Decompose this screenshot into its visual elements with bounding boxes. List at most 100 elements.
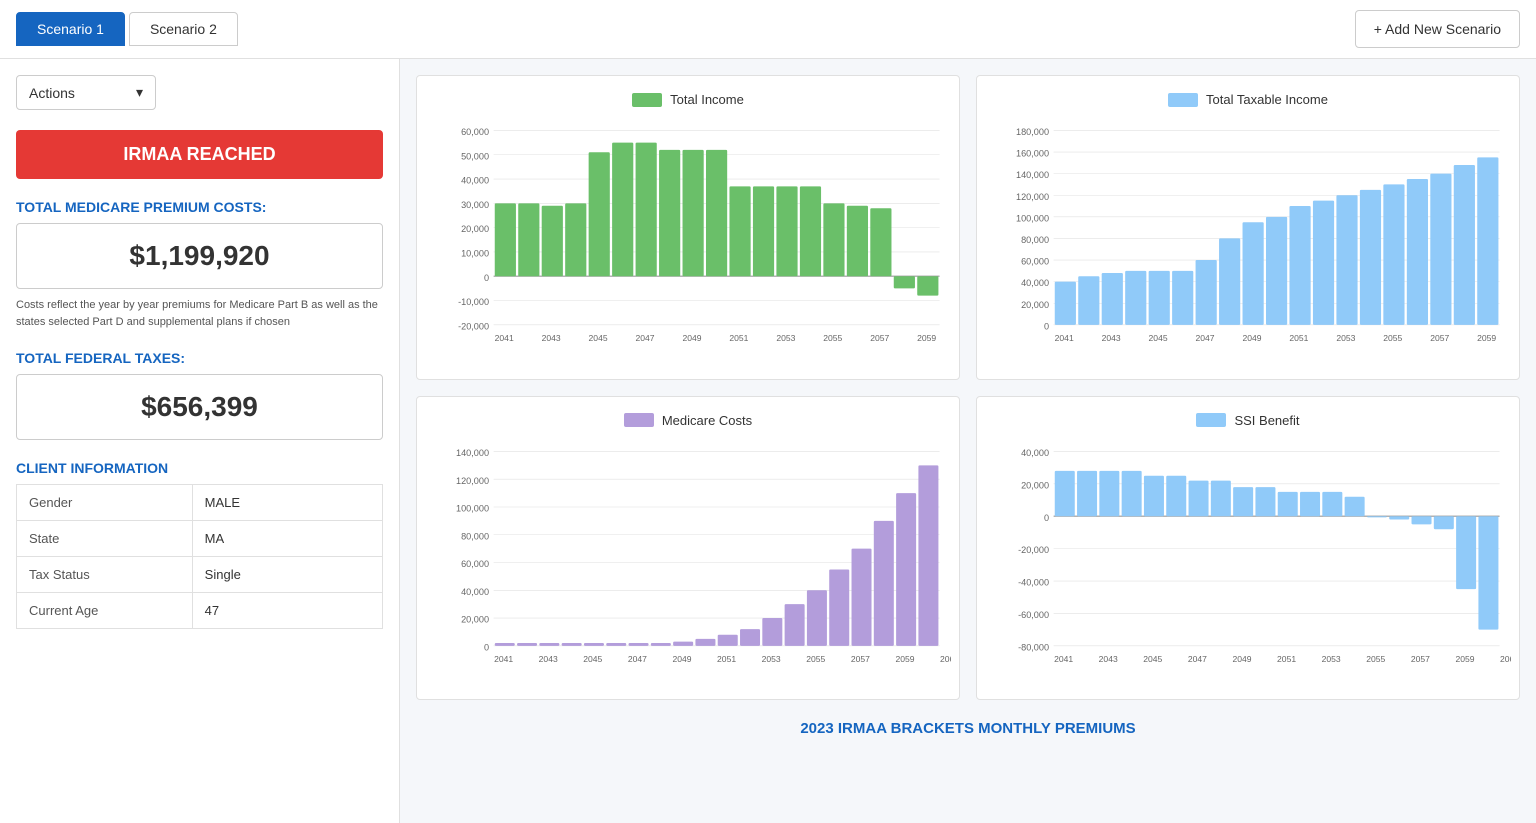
svg-text:120,000: 120,000 <box>456 475 489 485</box>
svg-text:2049: 2049 <box>1242 333 1261 343</box>
svg-text:-40,000: -40,000 <box>1018 577 1049 587</box>
svg-text:140,000: 140,000 <box>1016 170 1049 180</box>
svg-text:2045: 2045 <box>1143 653 1162 663</box>
chart-medicare-costs: Medicare Costs140,000120,000100,00080,00… <box>416 396 960 701</box>
svg-text:2053: 2053 <box>762 653 781 663</box>
svg-text:2047: 2047 <box>635 333 654 343</box>
svg-text:2041: 2041 <box>495 333 514 343</box>
tab-group: Scenario 1 Scenario 2 <box>16 12 238 46</box>
legend-color-box <box>1168 93 1198 107</box>
client-info-field-label: Gender <box>17 485 193 521</box>
svg-text:20,000: 20,000 <box>461 614 489 624</box>
chart-total-taxable-income: Total Taxable Income180,000160,000140,00… <box>976 75 1520 380</box>
client-info-label: CLIENT INFORMATION <box>16 460 383 476</box>
svg-text:2059: 2059 <box>1455 653 1474 663</box>
svg-text:2043: 2043 <box>539 653 558 663</box>
svg-text:2049: 2049 <box>1232 653 1251 663</box>
svg-text:2055: 2055 <box>1366 653 1385 663</box>
dropdown-arrow-icon: ▾ <box>136 84 143 101</box>
svg-text:2057: 2057 <box>1411 653 1430 663</box>
svg-text:-20,000: -20,000 <box>458 321 489 331</box>
svg-text:2053: 2053 <box>1322 653 1341 663</box>
svg-text:10,000: 10,000 <box>461 249 489 259</box>
client-info-field-value: Single <box>192 557 382 593</box>
charts-area: Total Income 60,000 50,000 40,000 30,000 20,0… <box>400 59 1536 823</box>
legend-color-box <box>624 413 654 427</box>
cost-note: Costs reflect the year by year premiums … <box>16 297 383 330</box>
svg-text:2055: 2055 <box>823 333 842 343</box>
svg-text:60,000: 60,000 <box>1021 257 1049 267</box>
irmaa-brackets-label: 2023 IRMAA BRACKETS MONTHLY PREMIUMS <box>416 712 1520 745</box>
chart-title-text: SSI Benefit <box>1234 413 1299 428</box>
svg-text:-80,000: -80,000 <box>1018 642 1049 652</box>
chart-svg: 180,000160,000140,000120,000100,00080,00… <box>985 119 1511 371</box>
client-info-field-value: MALE <box>192 485 382 521</box>
chart-svg: 140,000120,000100,00080,00060,00040,0002… <box>425 440 951 692</box>
chart-title-ssi-benefit: SSI Benefit <box>985 413 1511 428</box>
svg-text:2059: 2059 <box>1477 333 1496 343</box>
svg-text:2049: 2049 <box>682 333 701 343</box>
svg-text:60,000: 60,000 <box>461 127 489 137</box>
svg-text:50,000: 50,000 <box>461 151 489 161</box>
svg-text:20,000: 20,000 <box>461 224 489 234</box>
add-scenario-button[interactable]: + Add New Scenario <box>1355 10 1520 48</box>
tab-scenario2[interactable]: Scenario 2 <box>129 12 238 46</box>
charts-grid: Total Income 60,000 50,000 40,000 30,000 20,0… <box>416 75 1520 700</box>
svg-text:2043: 2043 <box>1102 333 1121 343</box>
svg-text:0: 0 <box>1044 321 1049 331</box>
svg-text:2057: 2057 <box>851 653 870 663</box>
svg-text:2059: 2059 <box>895 653 914 663</box>
svg-text:100,000: 100,000 <box>456 503 489 513</box>
chart-total-income: Total Income 60,000 50,000 40,000 30,000 20,0… <box>416 75 960 380</box>
client-info-field-value: MA <box>192 521 382 557</box>
client-info-row: GenderMALE <box>17 485 383 521</box>
svg-text:40,000: 40,000 <box>1021 448 1049 458</box>
chart-svg: 60,00050,00040,00030,00020,00010,0000-10… <box>425 119 951 371</box>
svg-text:2061: 2061 <box>1500 653 1511 663</box>
medicare-premium-box: $1,199,920 <box>16 223 383 289</box>
medicare-premium-label: TOTAL MEDICARE PREMIUM COSTS: <box>16 199 383 215</box>
svg-text:30,000: 30,000 <box>461 200 489 210</box>
svg-text:20,000: 20,000 <box>1021 300 1049 310</box>
svg-text:2049: 2049 <box>672 653 691 663</box>
client-info-row: Current Age47 <box>17 593 383 629</box>
svg-text:40,000: 40,000 <box>1021 278 1049 288</box>
svg-text:0: 0 <box>484 642 489 652</box>
federal-taxes-label: TOTAL FEDERAL TAXES: <box>16 350 383 366</box>
legend-color-box <box>1196 413 1226 427</box>
svg-text:2061: 2061 <box>940 653 951 663</box>
svg-text:2059: 2059 <box>917 333 936 343</box>
svg-text:2043: 2043 <box>1099 653 1118 663</box>
chart-ssi-benefit: SSI Benefit40,00020,0000-20,000-40,000-6… <box>976 396 1520 701</box>
svg-text:2045: 2045 <box>583 653 602 663</box>
sidebar: Actions ▾ IRMAA REACHED TOTAL MEDICARE P… <box>0 59 400 823</box>
client-info-field-label: State <box>17 521 193 557</box>
irmaa-banner: IRMAA REACHED <box>16 130 383 179</box>
svg-text:2041: 2041 <box>494 653 513 663</box>
svg-text:2051: 2051 <box>717 653 736 663</box>
svg-text:2051: 2051 <box>729 333 748 343</box>
svg-text:0: 0 <box>484 273 489 283</box>
svg-text:80,000: 80,000 <box>1021 235 1049 245</box>
chart-svg: 40,00020,0000-20,000-40,000-60,000-80,00… <box>985 440 1511 692</box>
actions-label: Actions <box>29 85 75 101</box>
svg-text:40,000: 40,000 <box>461 176 489 186</box>
svg-text:2055: 2055 <box>806 653 825 663</box>
chart-title-text: Total Income <box>670 92 744 107</box>
federal-taxes-value: $656,399 <box>33 391 366 423</box>
svg-text:2051: 2051 <box>1277 653 1296 663</box>
actions-dropdown[interactable]: Actions ▾ <box>16 75 156 110</box>
svg-text:2041: 2041 <box>1054 653 1073 663</box>
legend-color-box <box>632 93 662 107</box>
svg-text:-20,000: -20,000 <box>1018 545 1049 555</box>
svg-text:2057: 2057 <box>870 333 889 343</box>
client-info-row: Tax StatusSingle <box>17 557 383 593</box>
svg-text:2055: 2055 <box>1383 333 1402 343</box>
svg-text:0: 0 <box>1044 512 1049 522</box>
svg-text:2047: 2047 <box>1188 653 1207 663</box>
tab-scenario1[interactable]: Scenario 1 <box>16 12 125 46</box>
client-info-field-value: 47 <box>192 593 382 629</box>
client-info-table: GenderMALEStateMATax StatusSingleCurrent… <box>16 484 383 629</box>
chart-title-text: Medicare Costs <box>662 413 752 428</box>
svg-text:2047: 2047 <box>1195 333 1214 343</box>
